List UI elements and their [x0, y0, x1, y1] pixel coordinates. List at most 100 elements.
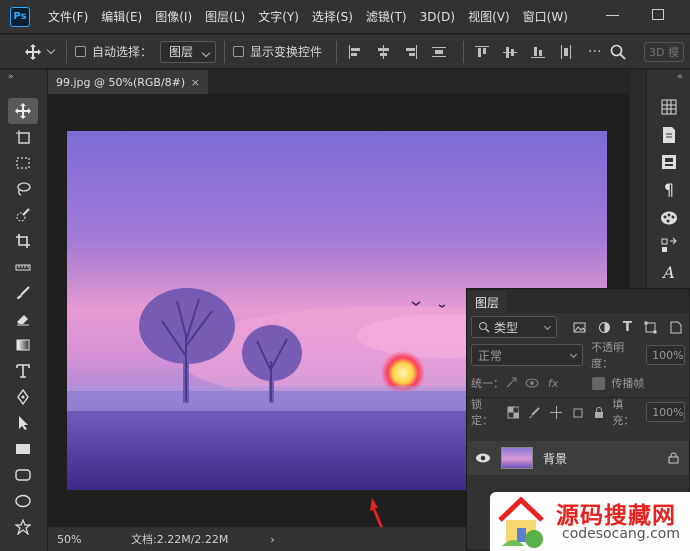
type-filter-icon[interactable]: T [623, 320, 632, 335]
image-filter-icon[interactable] [573, 321, 586, 334]
close-icon[interactable]: × [191, 76, 200, 89]
collapse-left-icon[interactable]: » [8, 72, 14, 82]
propagate-checkbox[interactable] [592, 376, 606, 390]
tool-preset-chevron-icon[interactable] [46, 45, 56, 54]
menu-3d[interactable]: 3D(D) [420, 10, 455, 24]
unify-row: 统一： fx 传播帧 [467, 369, 689, 397]
align-middle-icon[interactable] [503, 45, 518, 59]
lasso-tool-icon[interactable] [8, 176, 38, 202]
layer-row-background[interactable]: 背景 [467, 441, 689, 475]
lock-transparent-icon[interactable] [507, 406, 520, 419]
tools-panel [8, 98, 40, 540]
blend-mode-select[interactable]: 正常 [471, 344, 584, 366]
minimize-icon[interactable] [606, 8, 620, 22]
chevron-down-icon [201, 48, 211, 57]
filter-kind-select[interactable]: 类型 [471, 316, 557, 338]
visibility-eye-icon[interactable] [475, 452, 491, 464]
ruler-tool-icon[interactable] [8, 254, 38, 280]
maximize-icon[interactable] [652, 9, 664, 20]
blend-mode-value: 正常 [478, 348, 503, 363]
menu-edit[interactable]: 编辑(E) [101, 8, 142, 25]
gradient-tool-icon[interactable] [8, 332, 38, 358]
smart-object-filter-icon[interactable] [669, 321, 682, 334]
menu-image[interactable]: 图像(I) [155, 8, 192, 25]
lock-label: 锁定： [471, 398, 493, 427]
fill-input[interactable]: 100% [646, 402, 685, 422]
rounded-rect-tool-icon[interactable] [8, 462, 38, 488]
crop-tool-icon[interactable] [8, 228, 38, 254]
move-tool-icon[interactable] [24, 43, 42, 61]
align-right-icon[interactable] [404, 44, 418, 59]
status-menu-arrow[interactable]: › [270, 533, 274, 546]
lock-all-icon[interactable] [593, 406, 605, 419]
menu-view[interactable]: 视图(V) [468, 8, 510, 25]
search-icon [479, 322, 490, 333]
brush-tool-icon[interactable] [8, 280, 38, 306]
menu-layer[interactable]: 图层(L) [205, 8, 245, 25]
lock-position-icon[interactable] [549, 405, 563, 419]
lock-pixels-icon[interactable] [528, 406, 541, 419]
properties-panel-icon[interactable] [660, 126, 678, 144]
align-top-icon[interactable] [475, 45, 490, 59]
options-bar: 自动选择： 图层 显示变换控件 ··· 3D 模 [0, 35, 690, 69]
libraries-panel-icon[interactable] [660, 153, 678, 171]
adjustment-filter-icon[interactable] [598, 321, 611, 334]
unify-visibility-icon[interactable] [524, 376, 540, 390]
marquee-tool-icon[interactable] [8, 150, 38, 176]
watermark: 源码搜藏网 codesocang.com [490, 492, 690, 551]
swatches-palette-icon[interactable] [660, 209, 678, 227]
menu-select[interactable]: 选择(S) [312, 8, 353, 25]
filter-kind-label: 类型 [494, 320, 519, 335]
shape-filter-icon[interactable] [644, 321, 657, 334]
photoshop-logo: Ps [10, 6, 30, 27]
filter-row: 类型 T [467, 313, 689, 341]
show-transform-checkbox[interactable] [233, 46, 245, 57]
separator [336, 40, 338, 63]
auto-select-checkbox[interactable] [75, 46, 86, 57]
opacity-input[interactable]: 100% [646, 345, 685, 365]
lock-artboard-icon[interactable] [571, 406, 584, 419]
layers-tab[interactable]: 图层 [467, 291, 508, 313]
more-options-icon[interactable]: ··· [588, 44, 601, 60]
path-select-tool-icon[interactable] [8, 410, 38, 436]
quick-select-tool-icon[interactable] [8, 202, 38, 228]
layer-name[interactable]: 背景 [543, 450, 567, 467]
distribute-horizontal-icon[interactable] [432, 45, 447, 59]
auto-select-value: 图层 [169, 45, 194, 59]
ellipse-tool-icon[interactable] [8, 488, 38, 514]
align-bottom-icon[interactable] [531, 45, 546, 59]
paragraph-icon[interactable]: ¶ [660, 181, 678, 199]
document-tab-title: 99.jpg @ 50%(RGB/8#) [56, 75, 186, 89]
pen-tool-icon[interactable] [8, 384, 38, 410]
character-panel-icon[interactable]: A [660, 264, 678, 282]
document-tab[interactable]: 99.jpg @ 50%(RGB/8#) × [48, 70, 208, 94]
auto-select-dropdown[interactable]: 图层 [160, 40, 217, 63]
lock-icon[interactable] [668, 452, 679, 464]
history-panel-icon[interactable] [660, 98, 678, 116]
rectangle-tool-icon[interactable] [8, 436, 38, 462]
collapse-right-icon[interactable]: « [677, 72, 683, 82]
unify-style-icon[interactable]: fx [548, 377, 558, 390]
actions-panel-icon[interactable] [660, 236, 678, 254]
move-tool[interactable] [8, 98, 38, 124]
3d-mode-button[interactable]: 3D 模 [644, 42, 684, 62]
lock-row: 锁定： 填充： 100% [467, 398, 689, 427]
custom-shape-tool-icon[interactable] [8, 514, 38, 540]
fill-label: 填充： [612, 398, 635, 427]
distribute-vertical-icon[interactable] [559, 44, 573, 59]
watermark-title: 源码搜藏网 [556, 503, 676, 529]
align-left-icon[interactable] [348, 44, 362, 59]
document-info: 文档:2.22M/2.22M [131, 533, 229, 546]
artboard-tool-icon[interactable] [8, 124, 38, 150]
search-icon[interactable] [609, 43, 627, 61]
type-tool-icon[interactable] [8, 358, 38, 384]
unify-position-icon[interactable] [504, 376, 518, 390]
opacity-label: 不透明度： [591, 341, 625, 370]
menu-window[interactable]: 窗口(W) [523, 8, 568, 25]
menu-type[interactable]: 文字(Y) [258, 8, 299, 25]
menu-file[interactable]: 文件(F) [48, 8, 88, 25]
eraser-tool-icon[interactable] [8, 306, 38, 332]
menu-filter[interactable]: 滤镜(T) [366, 8, 407, 25]
zoom-level[interactable]: 50% [57, 533, 123, 546]
align-center-icon[interactable] [376, 44, 390, 59]
